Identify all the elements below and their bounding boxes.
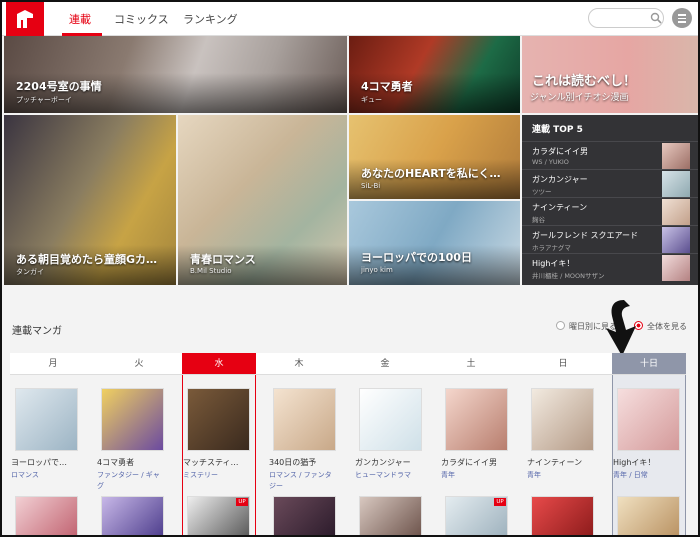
rank-item[interactable]: Highイキ！ 井川櫃桂 / MOONサザン: [522, 253, 698, 281]
tab-sun[interactable]: 日: [514, 353, 612, 375]
section-title: 連載マンガ: [12, 326, 62, 337]
comic-cover: [15, 388, 78, 451]
nav-comics[interactable]: コミックス: [114, 11, 169, 27]
search-box: [588, 8, 664, 28]
banner-subtitle: ジャンル別イチオシ漫画: [530, 93, 629, 103]
banner-author: プッチャーボーイ: [16, 96, 72, 104]
comic-cover: [531, 388, 594, 451]
banner-seishun-romance[interactable]: 青春ロマンス B.Mil Studio: [178, 115, 347, 285]
radio-icon: [556, 321, 565, 330]
top5-title: 連載 TOP 5: [532, 125, 583, 135]
comic-title: カラダにイイ男: [441, 458, 497, 467]
tab-tenth[interactable]: 十日: [612, 353, 686, 375]
tab-thu[interactable]: 木: [256, 353, 342, 375]
rank-thumbnail: [662, 171, 690, 197]
comic-cover[interactable]: [15, 496, 78, 535]
search-input[interactable]: [597, 11, 649, 25]
rank-item[interactable]: ナインティーン 麹谷: [522, 197, 698, 225]
nav-serial[interactable]: 連載: [69, 11, 91, 27]
tab-sat[interactable]: 土: [428, 353, 514, 375]
comic-title: ヨーロッパで…: [11, 458, 67, 467]
rank-thumbnail: [662, 143, 690, 169]
comic-genre: ロマンス / ファンタ: [269, 471, 332, 479]
nav-ranking[interactable]: ランキング: [183, 11, 238, 27]
rank-item[interactable]: ガールフレンド スクエアード ホラアナグマ: [522, 225, 698, 253]
comic-cover[interactable]: [273, 496, 336, 535]
rank-thumbnail: [662, 227, 690, 253]
banner-author: SiL-Bi: [361, 182, 381, 190]
comic-genre-cont: グ: [97, 482, 104, 490]
banner-title: 4コマ勇者: [361, 80, 413, 93]
comic-genre: ロマンス: [11, 471, 39, 479]
comic-genre: ミステリー: [183, 471, 218, 479]
arrow-down-icon: [606, 300, 636, 356]
up-badge: UP: [236, 498, 248, 506]
banner-title: 青春ロマンス: [190, 253, 256, 266]
comic-cover[interactable]: UP: [445, 496, 508, 535]
comic-title: 4コマ勇者: [97, 458, 135, 467]
browser-frame: 連載 コミックス ランキング 2204号室の事情 プッチャーボーイ 4コマ勇者 …: [0, 0, 700, 537]
banner-author: jinyo kim: [361, 266, 393, 274]
banner-4koma-yusha[interactable]: 4コマ勇者 ギュー: [349, 36, 520, 113]
comic-cover[interactable]: [359, 496, 422, 535]
tab-mon[interactable]: 月: [10, 353, 96, 375]
rank-item[interactable]: カラダにイイ男 WS / YUKIO: [522, 141, 698, 169]
comic-title: ナインティーン: [527, 458, 583, 467]
comic-genre: ヒューマンドラマ: [355, 471, 411, 479]
comic-cover[interactable]: [531, 496, 594, 535]
tab-tue[interactable]: 火: [96, 353, 182, 375]
banner-author: ギュー: [361, 96, 382, 104]
banner-recommend[interactable]: これは読むべし！ ジャンル別イチオシ漫画: [522, 36, 698, 113]
banner-author: B.Mil Studio: [190, 267, 232, 275]
tab-fri[interactable]: 金: [342, 353, 428, 375]
weekday-tabs: 月 火 水 木 金 土 日 十日: [10, 353, 686, 375]
comic-genre: 青年 / 日常: [613, 471, 648, 479]
banner-title: 2204号室の事情: [16, 80, 102, 93]
comic-cover: [445, 388, 508, 451]
comic-genre: ファンタジー / ギャ: [97, 471, 160, 479]
comic-cover[interactable]: [101, 496, 164, 535]
rank-thumbnail: [662, 255, 690, 281]
comic-cover: [273, 388, 336, 451]
comic-cover: [101, 388, 164, 451]
comic-title: 340日の猶予: [269, 458, 317, 467]
top-header: 連載 コミックス ランキング: [2, 2, 698, 36]
comic-title: マッチスティ…: [183, 458, 239, 467]
banner-heart[interactable]: あなたのHEARTを私にく… SiL-Bi: [349, 115, 520, 199]
comic-genre: 青年: [527, 471, 541, 479]
comic-cover[interactable]: [617, 496, 680, 535]
banner-title: ヨーロッパでの100日: [361, 251, 472, 264]
comic-genre-cont: ジー: [269, 482, 283, 490]
comic-cover[interactable]: UP: [187, 496, 250, 535]
logo-icon: [17, 10, 33, 28]
banner-2204[interactable]: 2204号室の事情 プッチャーボーイ: [4, 36, 347, 113]
ranking-top5-panel: 連載 TOP 5 カラダにイイ男 WS / YUKIO ガンカンジャー ツツー …: [522, 115, 698, 285]
comic-title: Highイキ！: [613, 458, 656, 467]
comic-cover: [187, 388, 250, 451]
rank-item[interactable]: ガンカンジャー ツツー: [522, 169, 698, 197]
comic-genre: 青年: [441, 471, 455, 479]
banner-author: タンガイ: [16, 268, 44, 276]
banner-title: ある朝目覚めたら童顔Gカ…: [16, 253, 158, 266]
banner-title: これは読むべし！: [532, 74, 637, 89]
menu-icon: [678, 14, 686, 16]
search-icon[interactable]: [650, 12, 662, 24]
comic-cover: [617, 388, 680, 451]
up-badge: UP: [494, 498, 506, 506]
tab-wed[interactable]: 水: [182, 353, 256, 375]
banner-europe[interactable]: ヨーロッパでの100日 jinyo kim: [349, 201, 520, 285]
banner-gcup[interactable]: ある朝目覚めたら童顔Gカ… タンガイ: [4, 115, 176, 285]
comic-cover: [359, 388, 422, 451]
site-logo[interactable]: [6, 2, 44, 36]
menu-button[interactable]: [672, 8, 692, 28]
comic-title: ガンカンジャー: [355, 458, 411, 467]
banner-title: あなたのHEARTを私にく…: [361, 167, 501, 180]
rank-thumbnail: [662, 199, 690, 225]
